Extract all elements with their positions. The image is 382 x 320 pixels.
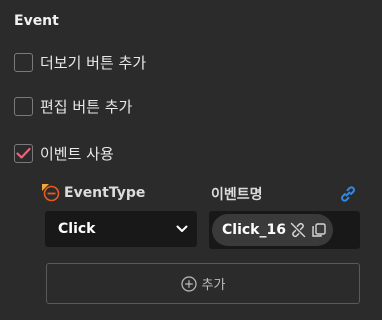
checkmark-icon	[16, 147, 31, 159]
edit-button-label: 편집 버튼 추가	[40, 97, 133, 116]
option-edit-button[interactable]: 편집 버튼 추가	[14, 94, 132, 118]
copy-icon[interactable]	[310, 221, 328, 239]
option-use-event[interactable]: 이벤트 사용	[14, 141, 114, 165]
event-type-header: EventType	[42, 184, 145, 202]
event-name-header: 이벤트명	[211, 184, 263, 204]
use-event-label: 이벤트 사용	[40, 144, 114, 163]
unlink-icon[interactable]	[289, 221, 307, 239]
plus-circle-icon	[180, 275, 197, 292]
event-name-label: 이벤트명	[211, 187, 263, 203]
edit-button-checkbox[interactable]	[14, 96, 33, 116]
event-name-chip[interactable]: Click_16	[212, 214, 333, 246]
remove-circle-icon[interactable]	[42, 184, 60, 202]
event-type-select[interactable]: Click	[45, 211, 197, 247]
add-event-button[interactable]: 추가	[46, 263, 360, 304]
chevron-down-icon	[176, 225, 188, 232]
add-event-label: 추가	[201, 278, 226, 293]
event-name-value: Click_16	[222, 222, 286, 238]
link-icon[interactable]	[338, 184, 358, 204]
event-section-title: Event	[14, 13, 59, 29]
use-event-checkbox[interactable]	[14, 143, 33, 163]
more-button-checkbox[interactable]	[14, 52, 33, 72]
option-more-button[interactable]: 더보기 버튼 추가	[14, 50, 146, 74]
event-type-label: EventType	[64, 185, 146, 201]
event-name-field[interactable]: Click_16	[209, 211, 360, 249]
more-button-label: 더보기 버튼 추가	[40, 53, 147, 72]
event-type-value: Click	[58, 221, 96, 237]
